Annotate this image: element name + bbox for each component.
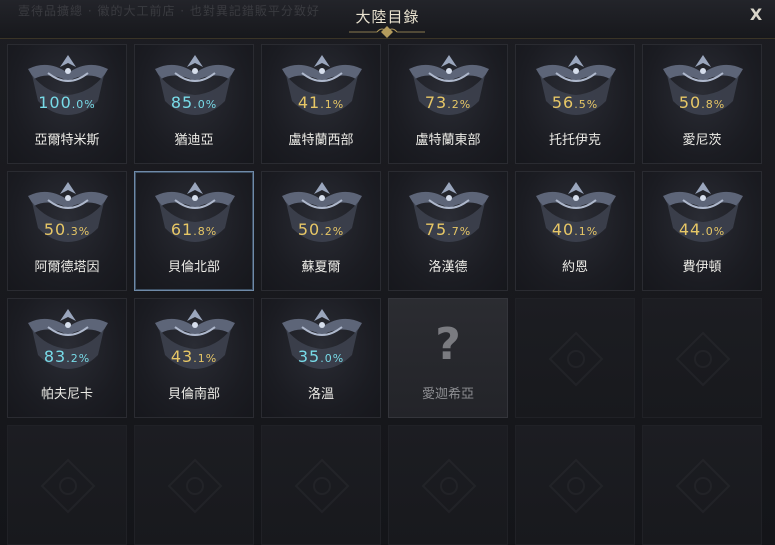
- percent-integer: 44: [678, 220, 702, 239]
- continent-tile[interactable]: 61.8% 貝倫北部: [134, 171, 254, 291]
- continent-tile[interactable]: 35.0% 洛溫: [261, 298, 381, 418]
- completion-percent: 100.0%: [8, 93, 126, 112]
- continent-name: 貝倫北部: [167, 260, 220, 275]
- continent-name: 費伊頓: [682, 260, 722, 275]
- continent-tile[interactable]: 100.0% 亞爾特米斯: [7, 44, 127, 164]
- percent-decimal: .0%: [193, 98, 218, 111]
- continent-tile[interactable]: 56.5% 托托伊克: [515, 44, 635, 164]
- title-ornament-icon: [349, 26, 425, 38]
- continent-tile[interactable]: 85.0% 猶迪亞: [134, 44, 254, 164]
- percent-integer: 61: [170, 220, 194, 239]
- locked-continent-tile[interactable]: ? 愛迦希亞: [388, 298, 508, 418]
- continent-name: 托托伊克: [548, 133, 601, 148]
- continent-name: 盧特蘭西部: [288, 133, 354, 148]
- continent-tile[interactable]: 44.0% 費伊頓: [642, 171, 762, 291]
- faint-emblem-icon: [675, 331, 731, 387]
- empty-slot: [134, 425, 254, 545]
- empty-slot: [388, 425, 508, 545]
- percent-integer: 75: [424, 220, 448, 239]
- continent-tile[interactable]: 40.1% 約恩: [515, 171, 635, 291]
- percent-integer: 50: [297, 220, 321, 239]
- empty-slot: [7, 425, 127, 545]
- percent-decimal: .5%: [574, 98, 599, 111]
- continent-name: 盧特蘭東部: [415, 133, 481, 148]
- completion-percent: 85.0%: [135, 93, 253, 112]
- continent-tile[interactable]: 43.1% 貝倫南部: [134, 298, 254, 418]
- percent-integer: 50: [43, 220, 67, 239]
- continent-grid: 100.0% 亞爾特米斯 85.0% 猶迪亞 41.1% 盧特蘭西部 73.2% 盧特蘭…: [7, 44, 769, 545]
- percent-decimal: .1%: [193, 352, 218, 365]
- empty-slot: [515, 425, 635, 545]
- continent-name: 阿爾德塔因: [34, 260, 100, 275]
- empty-slot: [261, 425, 381, 545]
- percent-decimal: .3%: [66, 225, 91, 238]
- percent-integer: 50: [678, 93, 702, 112]
- faint-emblem-icon: [40, 458, 96, 514]
- faint-emblem-icon: [548, 458, 604, 514]
- faint-emblem-icon: [167, 458, 223, 514]
- completion-percent: 41.1%: [262, 93, 380, 112]
- continent-name: 帕夫尼卡: [40, 387, 93, 402]
- percent-integer: 56: [551, 93, 575, 112]
- continent-tile[interactable]: 50.2% 蘇夏爾: [261, 171, 381, 291]
- faint-emblem-icon: [421, 458, 477, 514]
- completion-percent: 50.2%: [262, 220, 380, 239]
- faint-emblem-icon: [548, 331, 604, 387]
- completion-percent: 61.8%: [135, 220, 253, 239]
- close-button[interactable]: X: [745, 4, 767, 26]
- continent-tile[interactable]: 50.8% 愛尼茨: [642, 44, 762, 164]
- percent-integer: 83: [43, 347, 67, 366]
- continent-tile[interactable]: 50.3% 阿爾德塔因: [7, 171, 127, 291]
- continent-name: 愛尼茨: [682, 133, 722, 148]
- completion-percent: 35.0%: [262, 347, 380, 366]
- continent-tile[interactable]: 75.7% 洛漢德: [388, 171, 508, 291]
- faint-emblem-icon: [294, 458, 350, 514]
- completion-percent: 43.1%: [135, 347, 253, 366]
- continent-name: 蘇夏爾: [301, 260, 341, 275]
- continent-name: 愛迦希亞: [421, 387, 474, 402]
- percent-decimal: .2%: [447, 98, 472, 111]
- continent-tile[interactable]: 41.1% 盧特蘭西部: [261, 44, 381, 164]
- percent-integer: 100: [38, 93, 72, 112]
- continent-name: 約恩: [561, 260, 588, 275]
- percent-decimal: .2%: [66, 352, 91, 365]
- percent-integer: 85: [170, 93, 194, 112]
- percent-decimal: .2%: [320, 225, 345, 238]
- percent-integer: 35: [297, 347, 321, 366]
- continent-name: 亞爾特米斯: [34, 133, 100, 148]
- percent-integer: 43: [170, 347, 194, 366]
- completion-percent: 73.2%: [389, 93, 507, 112]
- completion-percent: 75.7%: [389, 220, 507, 239]
- continent-tile[interactable]: 83.2% 帕夫尼卡: [7, 298, 127, 418]
- percent-decimal: .0%: [701, 225, 726, 238]
- continent-name: 貝倫南部: [167, 387, 220, 402]
- empty-slot: [642, 425, 762, 545]
- percent-decimal: .1%: [320, 98, 345, 111]
- percent-integer: 40: [551, 220, 575, 239]
- continent-tile[interactable]: 73.2% 盧特蘭東部: [388, 44, 508, 164]
- percent-decimal: .0%: [71, 98, 96, 111]
- completion-percent: 40.1%: [516, 220, 634, 239]
- continent-catalog-window: 壹待品擴總 · 徽的大工前店 · 也對異記錯販平分致好 大陸目錄 X 100.0…: [0, 0, 775, 545]
- continent-name: 猶迪亞: [174, 133, 214, 148]
- title-bar: 壹待品擴總 · 徽的大工前店 · 也對異記錯販平分致好 大陸目錄 X: [0, 0, 775, 39]
- faint-emblem-icon: [675, 458, 731, 514]
- question-mark-icon: ?: [435, 319, 461, 370]
- completion-percent: 83.2%: [8, 347, 126, 366]
- completion-percent: 50.8%: [643, 93, 761, 112]
- percent-decimal: .7%: [447, 225, 472, 238]
- percent-integer: 41: [297, 93, 321, 112]
- percent-decimal: .0%: [320, 352, 345, 365]
- completion-percent: 50.3%: [8, 220, 126, 239]
- percent-decimal: .8%: [701, 98, 726, 111]
- percent-decimal: .1%: [574, 225, 599, 238]
- completion-percent: 44.0%: [643, 220, 761, 239]
- continent-name: 洛漢德: [428, 260, 468, 275]
- empty-slot: [515, 298, 635, 418]
- percent-integer: 73: [424, 93, 448, 112]
- empty-slot: [642, 298, 762, 418]
- continent-name: 洛溫: [307, 387, 334, 402]
- percent-decimal: .8%: [193, 225, 218, 238]
- completion-percent: 56.5%: [516, 93, 634, 112]
